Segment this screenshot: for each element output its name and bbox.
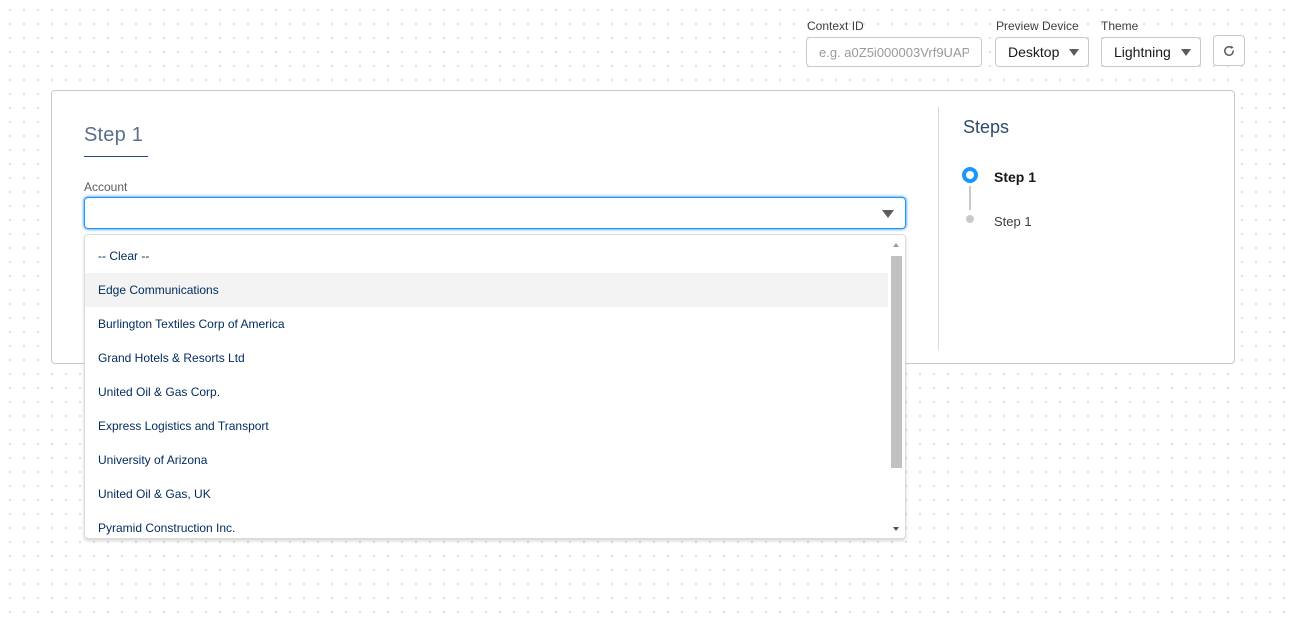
theme-select[interactable]: Lightning [1101, 37, 1201, 67]
step-item[interactable]: Step 1 [994, 214, 1032, 229]
option-item[interactable]: United Oil & Gas Corp. [85, 375, 889, 409]
steps-heading: Steps [963, 117, 1010, 137]
theme-value: Lightning [1114, 44, 1171, 60]
account-combobox[interactable] [84, 197, 906, 229]
theme-label: Theme [1101, 19, 1139, 33]
inactive-step-icon [966, 215, 974, 223]
option-item[interactable]: Pyramid Construction Inc. [85, 511, 889, 538]
preview-device-label: Preview Device [996, 19, 1079, 33]
preview-device-value: Desktop [1008, 44, 1060, 60]
refresh-icon [1224, 45, 1234, 56]
option-item[interactable]: Burlington Textiles Corp of America [85, 307, 889, 341]
option-clear[interactable]: -- Clear -- [85, 239, 889, 273]
caret-down-icon [1069, 49, 1079, 56]
option-item[interactable]: Grand Hotels & Resorts Ltd [85, 341, 889, 375]
account-listbox: -- Clear -- Edge Communications Burlingt… [84, 234, 906, 539]
caret-down-icon [882, 210, 894, 218]
preview-device-select[interactable]: Desktop [995, 37, 1089, 67]
caret-down-icon [1181, 49, 1191, 56]
step-title: Step 1 [84, 124, 144, 146]
scrollbar-thumb[interactable] [891, 256, 902, 468]
context-id-label: Context ID [807, 19, 864, 33]
panel-divider [938, 107, 939, 350]
listbox-scrollbar[interactable] [888, 235, 905, 538]
step-item-active[interactable]: Step 1 [994, 169, 1036, 185]
step-connector [969, 186, 971, 210]
context-id-input[interactable] [806, 37, 982, 67]
option-item[interactable]: Edge Communications [85, 273, 889, 307]
scroll-up-arrow-icon[interactable] [893, 243, 899, 247]
option-item[interactable]: Express Logistics and Transport [85, 409, 889, 443]
active-step-icon [962, 167, 978, 183]
option-item[interactable]: United Oil & Gas, UK [85, 477, 889, 511]
account-label: Account [84, 180, 128, 194]
step-title-underline [84, 156, 148, 157]
account-options: -- Clear -- Edge Communications Burlingt… [85, 239, 889, 538]
refresh-button[interactable] [1213, 35, 1245, 66]
scroll-down-arrow-icon[interactable] [893, 527, 899, 531]
option-item[interactable]: University of Arizona [85, 443, 889, 477]
